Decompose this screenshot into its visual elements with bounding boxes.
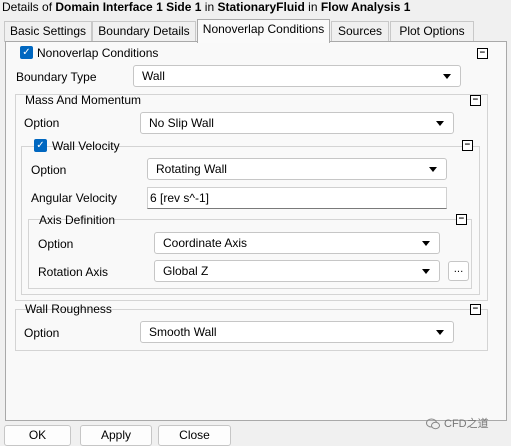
axis-definition-title: Axis Definition <box>39 213 116 227</box>
close-button[interactable]: Close <box>158 425 231 446</box>
mass-option-value: No Slip Wall <box>149 116 214 130</box>
tab-sources[interactable]: Sources <box>331 21 389 42</box>
apply-button[interactable]: Apply <box>80 425 152 446</box>
ok-button[interactable]: OK <box>4 425 71 446</box>
tab-nonoverlap-conditions[interactable]: Nonoverlap Conditions <box>197 19 330 43</box>
wall-roughness-title: Wall Roughness <box>25 302 112 316</box>
tab-basic-settings[interactable]: Basic Settings <box>4 21 92 42</box>
roughness-option-value: Smooth Wall <box>149 325 217 339</box>
title-in-1: in <box>204 0 215 14</box>
wall-velocity-collapse-icon[interactable]: − <box>462 140 473 151</box>
angular-velocity-label: Angular Velocity <box>31 191 118 205</box>
rotation-axis-value: Global Z <box>163 264 209 278</box>
rotation-axis-browse-button[interactable]: ... <box>448 261 469 281</box>
roughness-option-dropdown[interactable]: Smooth Wall <box>140 321 454 343</box>
axis-option-label: Option <box>38 237 74 251</box>
boundary-type-label: Boundary Type <box>16 70 97 84</box>
wall-velocity-option-label: Option <box>31 163 67 177</box>
boundary-type-dropdown[interactable]: Wall <box>133 65 461 87</box>
mass-option-label: Option <box>24 116 60 130</box>
angular-velocity-input[interactable] <box>148 188 446 208</box>
wall-roughness-collapse-icon[interactable]: − <box>470 304 481 315</box>
wall-velocity-label: Wall Velocity <box>52 139 120 153</box>
mass-momentum-collapse-icon[interactable]: − <box>470 95 481 106</box>
axis-definition-collapse-icon[interactable]: − <box>456 214 467 225</box>
tab-boundary-details[interactable]: Boundary Details <box>92 21 196 42</box>
chevron-down-icon <box>443 74 451 79</box>
roughness-option-label: Option <box>24 326 60 340</box>
title-parent: StationaryFluid <box>217 0 305 14</box>
tab-plot-options[interactable]: Plot Options <box>390 21 474 42</box>
chevron-down-icon <box>429 167 437 172</box>
title-object: Domain Interface 1 Side 1 <box>55 0 202 14</box>
axis-option-dropdown[interactable]: Coordinate Axis <box>154 232 440 254</box>
window-title: Details of Domain Interface 1 Side 1 in … <box>0 0 511 18</box>
wechat-icon <box>426 418 440 430</box>
rotation-axis-label: Rotation Axis <box>38 265 109 279</box>
mass-option-dropdown[interactable]: No Slip Wall <box>140 112 454 134</box>
chevron-down-icon <box>436 121 444 126</box>
tab-strip: Basic Settings Boundary Details Nonoverl… <box>0 19 511 43</box>
watermark-text: CFD之道 <box>444 418 489 430</box>
title-in-2: in <box>308 0 318 14</box>
mass-momentum-title: Mass And Momentum <box>25 93 142 107</box>
angular-velocity-field[interactable] <box>147 187 447 209</box>
checkmark-icon: ✓ <box>22 47 31 58</box>
title-prefix: Details of <box>2 0 53 14</box>
nonoverlap-label: Nonoverlap Conditions <box>37 46 159 60</box>
rotation-axis-dropdown[interactable]: Global Z <box>154 260 440 282</box>
checkmark-icon: ✓ <box>36 140 45 151</box>
chevron-down-icon <box>422 241 430 246</box>
nonoverlap-checkbox[interactable]: ✓ <box>20 46 33 59</box>
watermark: CFD之道 <box>426 415 489 433</box>
wall-velocity-checkbox[interactable]: ✓ <box>34 139 47 152</box>
title-analysis: Flow Analysis 1 <box>320 0 411 14</box>
wall-velocity-option-dropdown[interactable]: Rotating Wall <box>147 158 447 180</box>
nonoverlap-collapse-icon[interactable]: − <box>477 48 488 59</box>
boundary-type-value: Wall <box>142 69 165 83</box>
axis-option-value: Coordinate Axis <box>163 236 248 250</box>
chevron-down-icon <box>436 330 444 335</box>
wall-velocity-option-value: Rotating Wall <box>156 162 227 176</box>
details-panel: ✓ Nonoverlap Conditions − Boundary Type … <box>5 41 507 421</box>
chevron-down-icon <box>422 269 430 274</box>
